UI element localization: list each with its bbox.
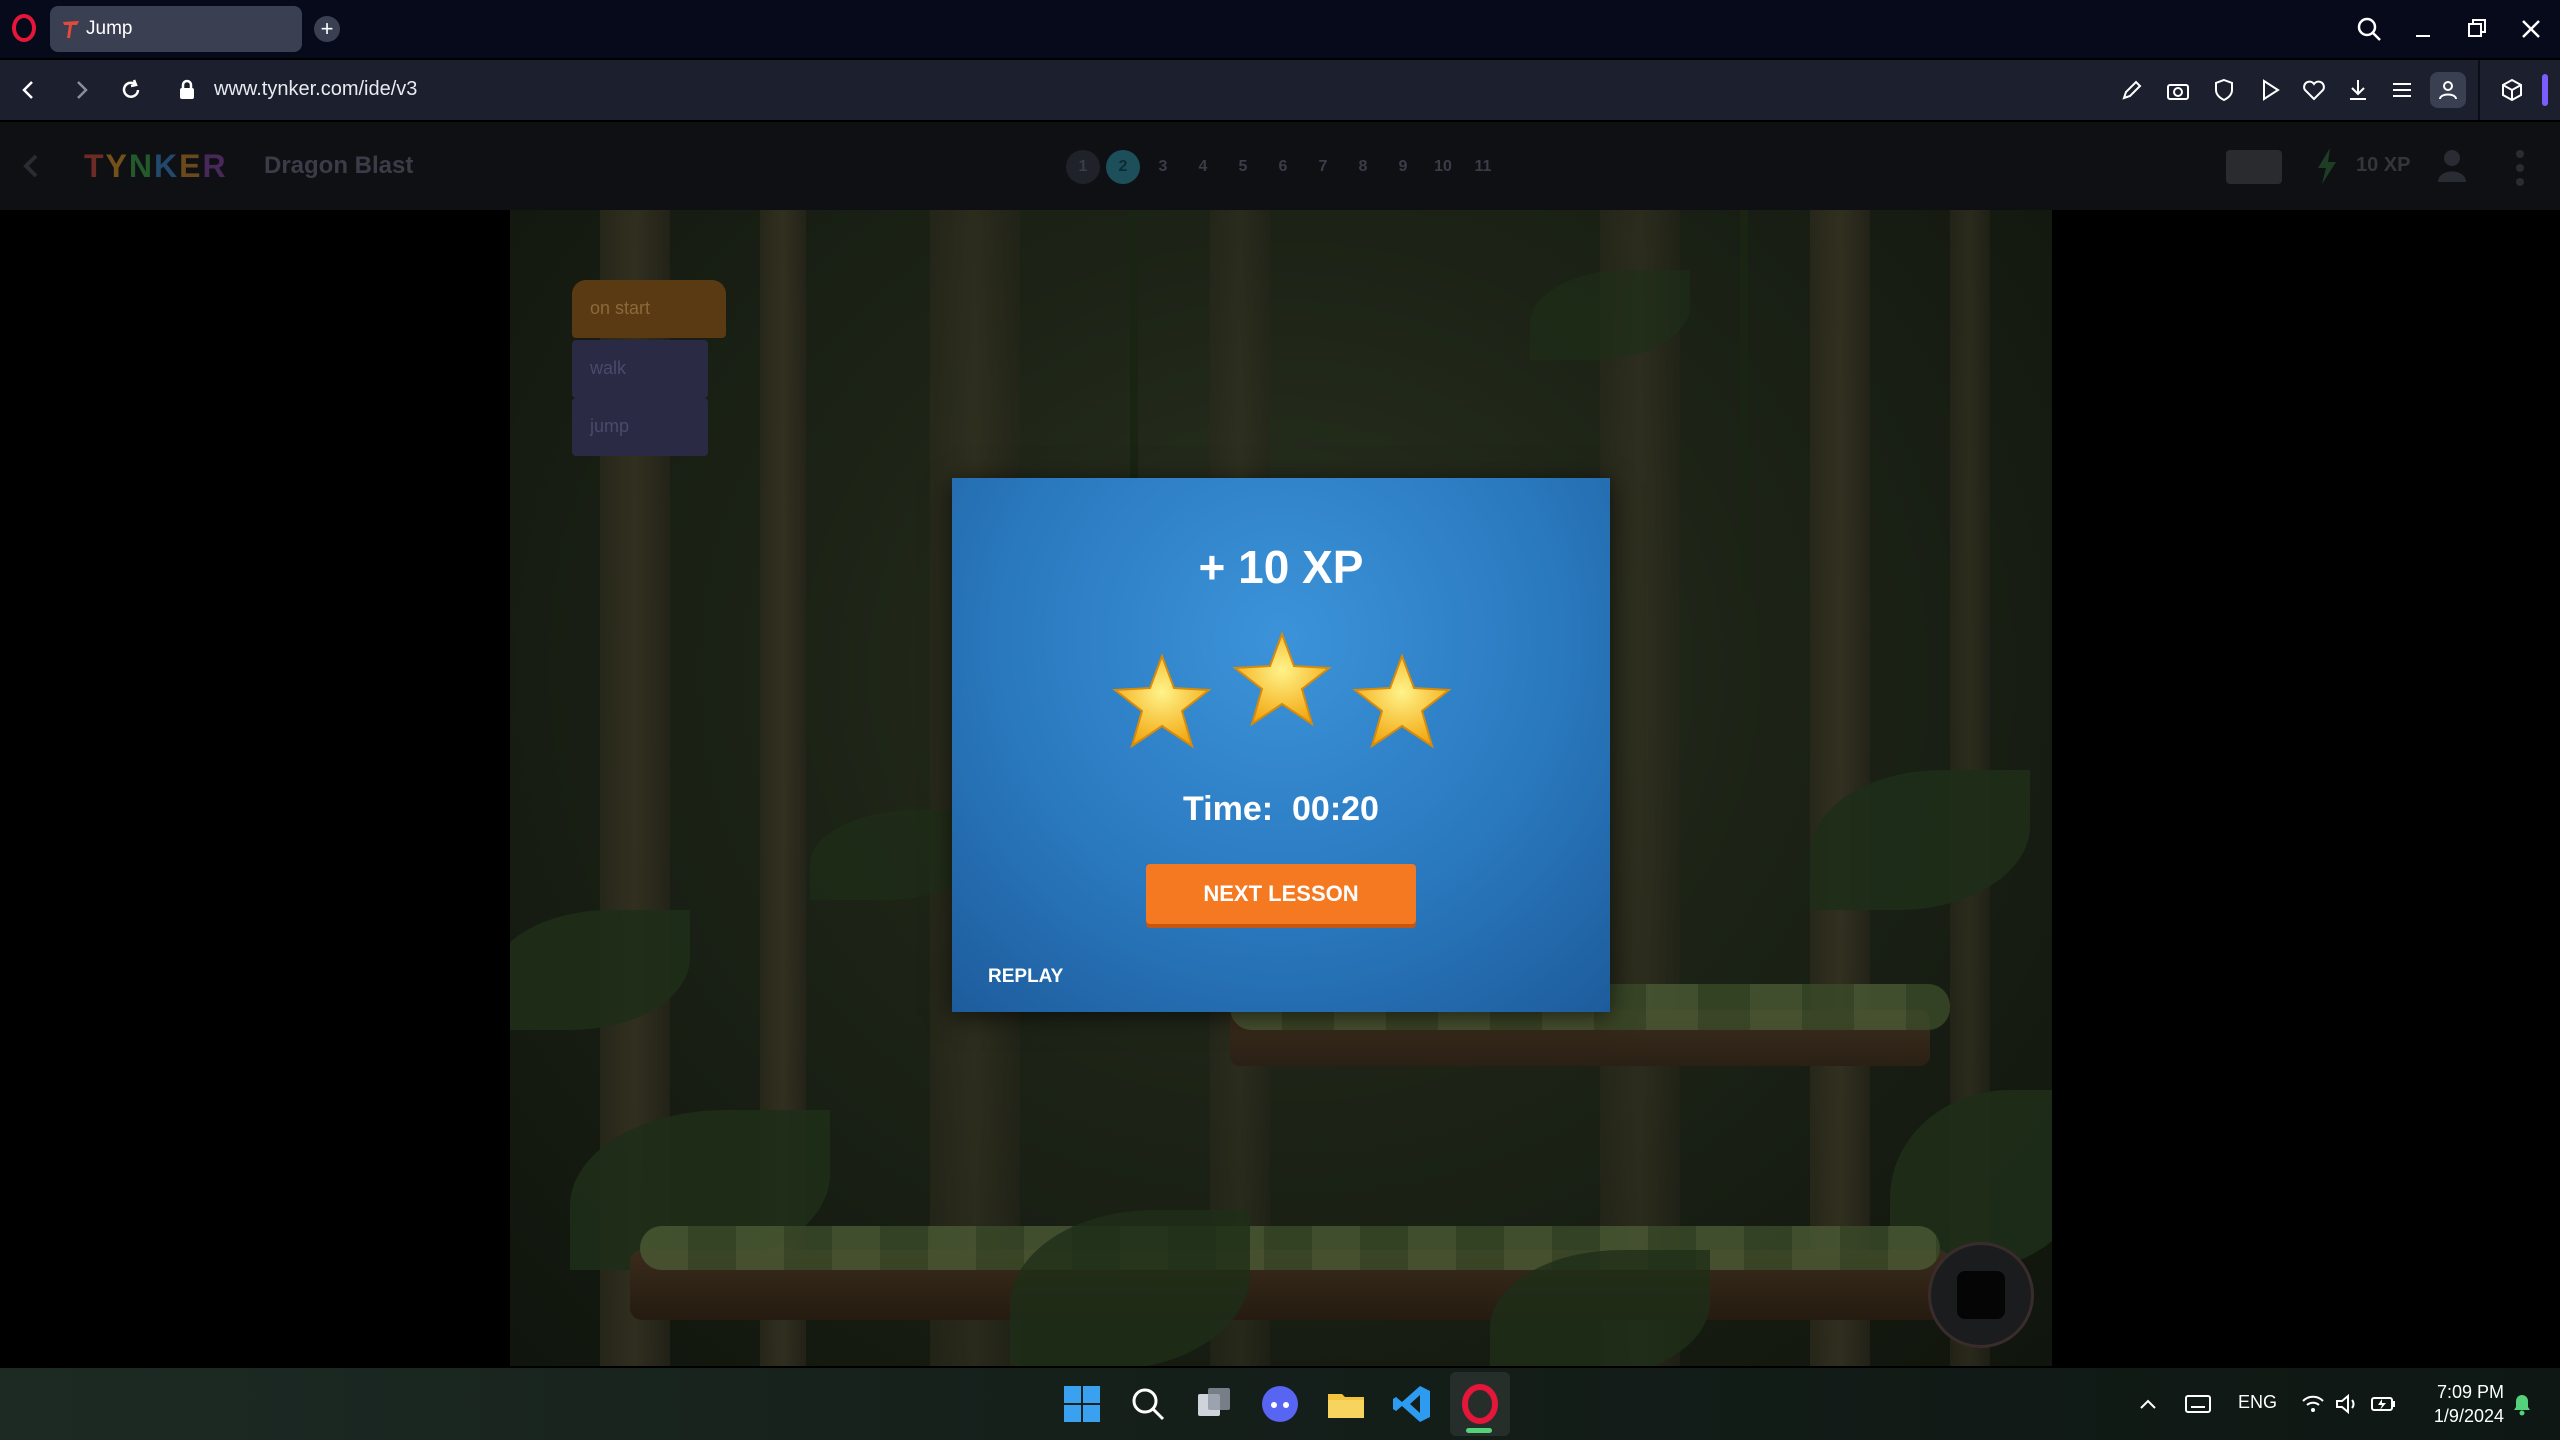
profile-button[interactable]: [2430, 72, 2466, 108]
discord-icon[interactable]: [1258, 1382, 1302, 1426]
back-icon[interactable]: [14, 75, 44, 105]
volume-icon[interactable]: [2334, 1391, 2360, 1417]
restore-icon[interactable]: [2462, 14, 2492, 44]
search-icon[interactable]: [1126, 1382, 1170, 1426]
address-bar: www.tynker.com/ide/v3: [0, 60, 2560, 120]
time-label: Time:: [1183, 790, 1274, 828]
certificate-icon[interactable]: [2226, 150, 2282, 184]
stop-icon: [1957, 1271, 2005, 1319]
code-block-jump[interactable]: jump: [572, 398, 708, 456]
step-5[interactable]: 5: [1226, 150, 1260, 184]
time-value: 00:20: [1292, 790, 1379, 828]
user-icon[interactable]: [2436, 148, 2468, 182]
lesson-steps: 1 2 3 4 5 6 7 8 9 10 11: [1066, 150, 1500, 184]
file-explorer-icon[interactable]: [1324, 1382, 1368, 1426]
lesson-back-icon[interactable]: [18, 150, 42, 182]
wifi-icon[interactable]: [2300, 1391, 2326, 1417]
vscode-icon[interactable]: [1390, 1382, 1434, 1426]
ground-leaves: [640, 1226, 1940, 1270]
new-tab-button[interactable]: +: [314, 16, 340, 42]
profile-icon: [2439, 81, 2457, 100]
tynker-logo[interactable]: TYNKER: [84, 148, 228, 185]
step-3[interactable]: 3: [1146, 150, 1180, 184]
opera-logo-icon[interactable]: [12, 14, 36, 42]
next-lesson-button[interactable]: NEXT LESSON: [1146, 864, 1416, 924]
language-indicator[interactable]: ENG: [2238, 1392, 2277, 1413]
lesson-title: Dragon Blast: [264, 152, 414, 179]
step-10[interactable]: 10: [1426, 150, 1460, 184]
star-icon: [1112, 654, 1212, 749]
step-4[interactable]: 4: [1186, 150, 1220, 184]
step-9[interactable]: 9: [1386, 150, 1420, 184]
tynker-header: TYNKER Dragon Blast 1 2 3 4 5 6 7 8 9 10…: [0, 122, 2560, 210]
xp-counter: 10 XP: [2356, 154, 2411, 176]
code-block-walk[interactable]: walk: [572, 340, 708, 398]
heart-icon[interactable]: [2300, 76, 2328, 104]
step-7[interactable]: 7: [1306, 150, 1340, 184]
search-tabs-icon[interactable]: [2354, 14, 2384, 44]
browser-tab-jump[interactable]: Jump: [50, 6, 302, 52]
battery-icon[interactable]: [2370, 1391, 2398, 1417]
tynker-favicon-icon: [63, 21, 79, 38]
step-1[interactable]: 1: [1066, 150, 1100, 184]
xp-gain-title: + 10 XP: [1198, 541, 1364, 593]
download-icon[interactable]: [2344, 76, 2372, 104]
toolbar-separator: [2478, 60, 2480, 120]
clock-date: 1/9/2024: [2433, 1406, 2504, 1426]
windows-start-icon[interactable]: [1060, 1382, 1104, 1426]
lock-icon[interactable]: [172, 75, 202, 105]
forward-icon[interactable]: [66, 75, 96, 105]
windows-taskbar: ENG 7:09 PM 1/9/2024: [0, 1368, 2560, 1440]
replay-button[interactable]: REPLAY: [988, 966, 1063, 988]
minimize-icon[interactable]: [2408, 14, 2438, 44]
camera-icon[interactable]: [2164, 76, 2192, 104]
notification-bell-icon[interactable]: [2510, 1391, 2534, 1417]
sidebar-accent: [2542, 74, 2548, 106]
close-window-icon[interactable]: [2516, 14, 2546, 44]
step-6[interactable]: 6: [1266, 150, 1300, 184]
tab-title: Jump: [86, 18, 133, 39]
clock-time: 7:09 PM: [2436, 1382, 2504, 1402]
show-hidden-icons-icon[interactable]: [2136, 1392, 2160, 1416]
task-view-icon[interactable]: [1192, 1382, 1236, 1426]
xp-bolt-icon: [2318, 148, 2336, 184]
star-icon: [1232, 632, 1332, 727]
lesson-complete-dialog: + 10 XP Time: 00:20 NEXT LESSON REPLAY: [952, 478, 1610, 1012]
browser-tab-bar: Jump +: [0, 0, 2560, 58]
step-8[interactable]: 8: [1346, 150, 1380, 184]
edit-icon[interactable]: [2118, 76, 2146, 104]
code-block-on-start[interactable]: on start: [572, 280, 726, 338]
keyboard-icon[interactable]: [2184, 1390, 2212, 1418]
shield-icon[interactable]: [2210, 76, 2238, 104]
easy-setup-icon[interactable]: [2388, 76, 2416, 104]
opera-icon[interactable]: [1458, 1382, 1502, 1426]
completion-time: Time: 00:20: [952, 790, 1610, 829]
step-11[interactable]: 11: [1466, 150, 1500, 184]
play-icon[interactable]: [2256, 76, 2284, 104]
reload-icon[interactable]: [116, 75, 146, 105]
system-clock[interactable]: 7:09 PM 1/9/2024: [2420, 1380, 2504, 1428]
url-field[interactable]: www.tynker.com/ide/v3: [214, 78, 417, 101]
stop-button[interactable]: [1928, 1242, 2034, 1348]
step-2[interactable]: 2: [1106, 150, 1140, 184]
star-icon: [1352, 654, 1452, 749]
active-app-indicator: [1466, 1428, 1492, 1433]
more-options-icon[interactable]: [2514, 148, 2526, 188]
cube-icon[interactable]: [2498, 76, 2526, 104]
